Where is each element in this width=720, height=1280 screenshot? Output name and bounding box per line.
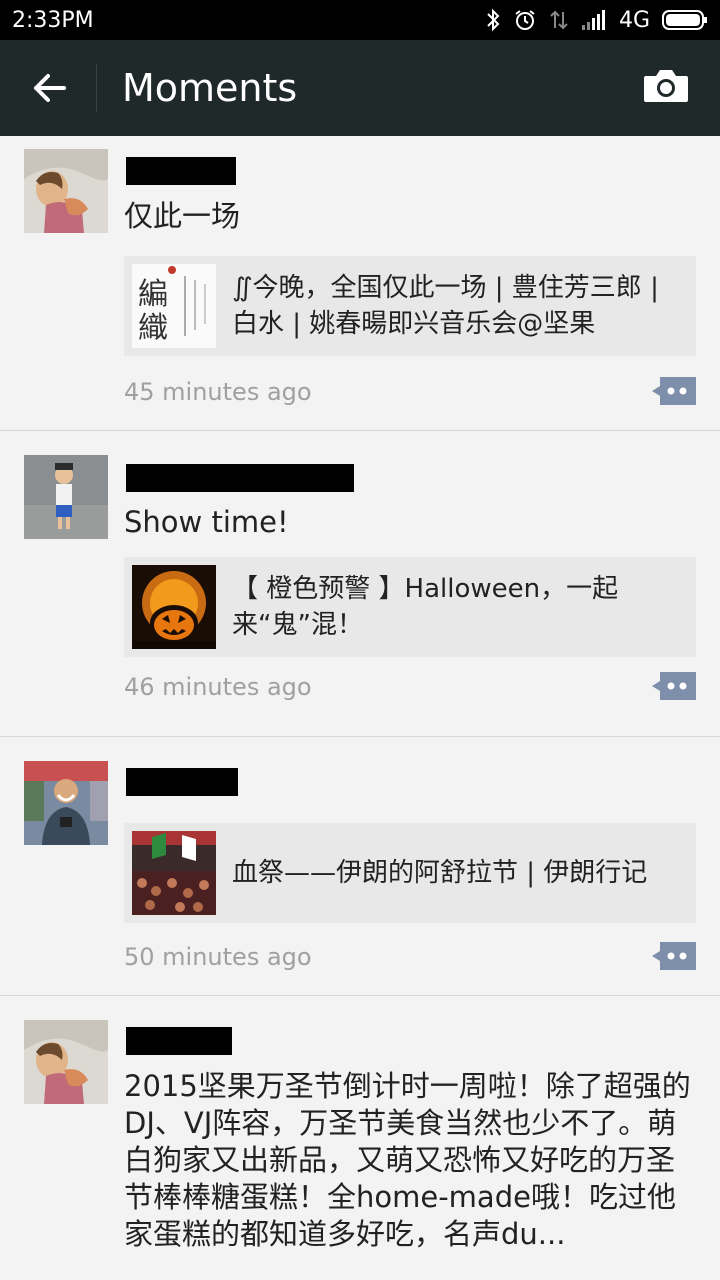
- alarm-icon: [515, 10, 535, 30]
- link-thumbnail: [132, 831, 216, 915]
- moment-post: 仅此一场 編 織 ∬今晚，全国仅此一场 | 豊住芳三郎 | 白水 | 姚春暘即兴…: [0, 136, 720, 431]
- bluetooth-icon: [487, 8, 500, 32]
- post-timestamp: 45 minutes ago: [124, 378, 312, 406]
- comment-button[interactable]: [652, 672, 696, 700]
- shared-link-card[interactable]: 編 織 ∬今晚，全国仅此一场 | 豊住芳三郎 | 白水 | 姚春暘即兴音乐会@坚…: [124, 256, 696, 356]
- user-name-redacted[interactable]: [126, 768, 238, 796]
- moment-post: 血祭——伊朗的阿舒拉节 | 伊朗行记 50 minutes ago: [0, 737, 720, 996]
- back-button[interactable]: [20, 66, 76, 110]
- post-text: Show time!: [124, 505, 289, 539]
- comment-dots-icon: [652, 942, 696, 970]
- user-name-redacted[interactable]: [126, 464, 354, 492]
- svg-text:編: 編: [138, 277, 168, 312]
- comment-dots-icon: [652, 377, 696, 405]
- camera-icon: [644, 70, 688, 102]
- comment-button[interactable]: [652, 377, 696, 405]
- avatar[interactable]: [24, 761, 108, 845]
- battery-icon: [662, 10, 707, 30]
- camera-button[interactable]: [642, 66, 694, 110]
- avatar[interactable]: [24, 1020, 108, 1104]
- title-divider: [96, 64, 97, 112]
- signal-icon: [581, 10, 605, 30]
- avatar[interactable]: [24, 149, 108, 233]
- title-bar: Moments: [0, 40, 720, 136]
- moments-feed[interactable]: 仅此一场 編 織 ∬今晚，全国仅此一场 | 豊住芳三郎 | 白水 | 姚春暘即兴…: [0, 136, 720, 1280]
- avatar[interactable]: [24, 455, 108, 539]
- status-icons: 4G: [485, 8, 708, 33]
- comment-dots-icon: [652, 672, 696, 700]
- user-name-redacted[interactable]: [126, 1027, 232, 1055]
- post-text: 仅此一场: [124, 199, 241, 233]
- user-name-redacted[interactable]: [126, 157, 236, 185]
- arrow-left-icon: [34, 74, 66, 102]
- comment-button[interactable]: [652, 942, 696, 970]
- shared-link-card[interactable]: 血祭——伊朗的阿舒拉节 | 伊朗行记: [124, 823, 696, 923]
- link-thumbnail: [132, 565, 216, 649]
- moment-post: 2015坚果万圣节倒计时一周啦！除了超强的DJ、VJ阵容，万圣节美食当然也少不了…: [0, 996, 720, 1280]
- status-time: 2:33PM: [12, 7, 94, 33]
- network-type: 4G: [618, 7, 650, 33]
- post-timestamp: 50 minutes ago: [124, 943, 312, 971]
- post-timestamp: 46 minutes ago: [124, 673, 312, 701]
- link-title: ∬今晚，全国仅此一场 | 豊住芳三郎 | 白水 | 姚春暘即兴音乐会@坚果: [232, 273, 659, 339]
- post-text: 2015坚果万圣节倒计时一周啦！除了超强的DJ、VJ阵容，万圣节美食当然也少不了…: [124, 1069, 691, 1251]
- status-bar: 2:33PM 4G: [0, 0, 720, 40]
- link-title: 【 橙色预警 】Halloween，一起来“鬼”混！: [232, 574, 619, 640]
- page-title: Moments: [122, 66, 298, 110]
- moment-post: Show time! 【 橙色预警 】Halloween，一起来“鬼”混！ 46…: [0, 431, 720, 737]
- link-thumbnail: 編 織: [132, 264, 216, 348]
- svg-text:織: 織: [138, 311, 168, 346]
- data-transfer-icon: [550, 10, 568, 30]
- shared-link-card[interactable]: 【 橙色预警 】Halloween，一起来“鬼”混！: [124, 557, 696, 657]
- link-title: 血祭——伊朗的阿舒拉节 | 伊朗行记: [232, 858, 648, 888]
